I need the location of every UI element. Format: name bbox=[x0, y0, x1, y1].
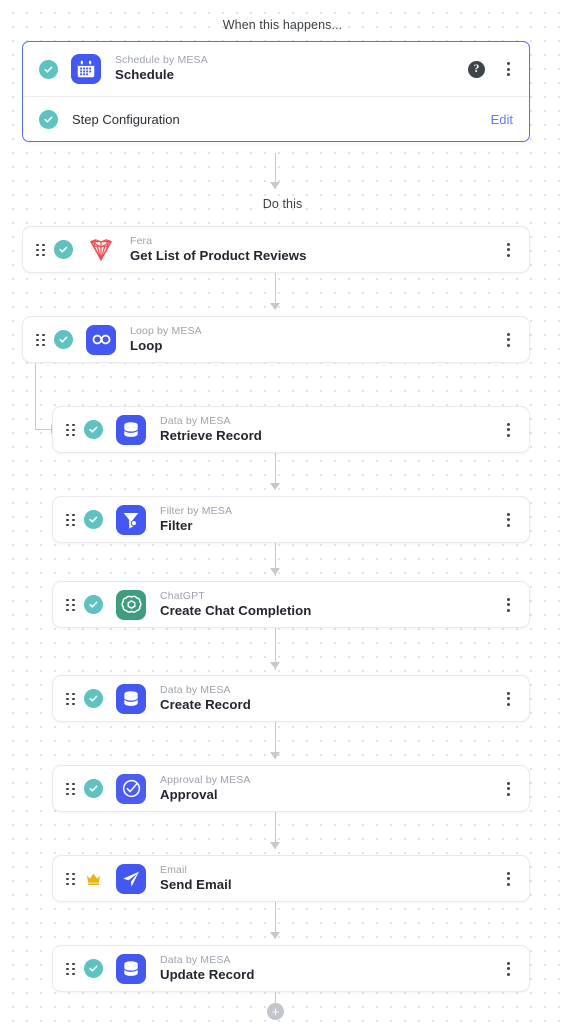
crown-icon bbox=[84, 869, 103, 888]
check-circle-icon bbox=[54, 240, 73, 259]
actions-section-caption: Do this bbox=[262, 197, 303, 211]
step-title: Update Record bbox=[160, 966, 255, 982]
trigger-app-name: Schedule by MESA bbox=[115, 54, 208, 67]
kebab-menu-icon[interactable] bbox=[501, 690, 515, 707]
step-title: Create Record bbox=[160, 696, 251, 712]
step-app-name: Approval by MESA bbox=[160, 773, 251, 786]
step-labels: Email Send Email bbox=[160, 864, 232, 894]
paper-plane-icon bbox=[116, 863, 146, 894]
drag-handle-icon[interactable] bbox=[66, 598, 75, 612]
step-title: Loop bbox=[130, 337, 163, 353]
connector-arrow bbox=[270, 932, 280, 939]
connector-arrow bbox=[270, 182, 280, 189]
connector-arrow bbox=[270, 303, 280, 310]
trigger-step-configuration-row[interactable]: Step Configuration Edit bbox=[23, 97, 529, 141]
drag-handle-icon[interactable] bbox=[36, 243, 45, 257]
kebab-menu-icon[interactable] bbox=[501, 780, 515, 797]
step-labels: ChatGPT Create Chat Completion bbox=[160, 590, 311, 620]
openai-icon bbox=[116, 589, 146, 620]
help-circle-icon[interactable]: ? bbox=[468, 60, 485, 78]
drag-handle-icon[interactable] bbox=[66, 782, 75, 796]
step-app-name: Fera bbox=[130, 234, 153, 247]
loop-branch-connector bbox=[35, 363, 37, 429]
connector-arrow bbox=[270, 662, 280, 669]
drag-handle-icon[interactable] bbox=[36, 333, 45, 347]
check-circle-icon bbox=[84, 510, 103, 529]
trigger-section-caption: When this happens... bbox=[222, 18, 343, 32]
database-icon bbox=[116, 414, 146, 445]
step-app-name: ChatGPT bbox=[160, 589, 205, 602]
step-labels: Fera Get List of Product Reviews bbox=[130, 235, 306, 265]
kebab-menu-icon[interactable] bbox=[501, 870, 515, 887]
kebab-menu-icon[interactable] bbox=[501, 960, 515, 977]
step-labels: Loop by MESA Loop bbox=[130, 325, 202, 355]
workflow-step-card[interactable]: Data by MESA Create Record bbox=[52, 675, 530, 722]
kebab-menu-icon[interactable] bbox=[501, 421, 515, 438]
workflow-step-card[interactable]: Filter by MESA Filter bbox=[52, 496, 530, 543]
approval-check-icon bbox=[116, 773, 146, 804]
workflow-step-card[interactable]: Fera Get List of Product Reviews bbox=[22, 226, 530, 273]
step-app-name: Email bbox=[160, 863, 188, 876]
drag-handle-icon[interactable] bbox=[66, 962, 75, 976]
step-labels: Filter by MESA Filter bbox=[160, 505, 232, 535]
step-app-name: Data by MESA bbox=[160, 953, 231, 966]
database-icon bbox=[116, 953, 146, 984]
connector-arrow bbox=[270, 842, 280, 849]
trigger-title: Schedule bbox=[115, 67, 175, 83]
workflow-step-card[interactable]: Data by MESA Update Record bbox=[52, 945, 530, 992]
trigger-card[interactable]: Schedule by MESA Schedule ? Step Configu… bbox=[22, 41, 530, 142]
workflow-step-card[interactable]: Email Send Email bbox=[52, 855, 530, 902]
drag-handle-icon[interactable] bbox=[66, 423, 75, 437]
database-icon bbox=[116, 683, 146, 714]
step-app-name: Filter by MESA bbox=[160, 504, 233, 517]
check-circle-icon bbox=[39, 109, 58, 129]
workflow-canvas: When this happens... Schedule by MESA Sc… bbox=[0, 0, 565, 1024]
trigger-kebab-menu-icon[interactable] bbox=[501, 61, 515, 78]
trigger-labels: Schedule by MESA Schedule bbox=[115, 54, 208, 84]
step-title: Filter bbox=[160, 517, 193, 533]
workflow-step-card[interactable]: Approval by MESA Approval bbox=[52, 765, 530, 812]
step-app-name: Data by MESA bbox=[160, 414, 231, 427]
drag-handle-icon[interactable] bbox=[66, 872, 75, 886]
check-circle-icon bbox=[84, 420, 103, 439]
step-app-name: Data by MESA bbox=[160, 683, 231, 696]
kebab-menu-icon[interactable] bbox=[501, 511, 515, 528]
step-labels: Approval by MESA Approval bbox=[160, 774, 251, 804]
step-title: Get List of Product Reviews bbox=[130, 247, 307, 263]
connector-arrow bbox=[270, 483, 280, 490]
check-circle-icon bbox=[54, 330, 73, 349]
check-circle-icon bbox=[39, 59, 58, 79]
calendar-icon bbox=[71, 54, 101, 84]
check-circle-icon bbox=[84, 595, 103, 614]
step-labels: Data by MESA Create Record bbox=[160, 684, 251, 714]
kebab-menu-icon[interactable] bbox=[501, 331, 515, 348]
step-app-name: Loop by MESA bbox=[130, 324, 202, 337]
kebab-menu-icon[interactable] bbox=[501, 596, 515, 613]
step-title: Send Email bbox=[160, 876, 232, 892]
infinity-icon bbox=[86, 324, 116, 355]
fera-gem-icon bbox=[86, 235, 116, 265]
step-configuration-label: Step Configuration bbox=[72, 111, 180, 127]
workflow-step-card[interactable]: Loop by MESA Loop bbox=[22, 316, 530, 363]
check-circle-icon bbox=[84, 959, 103, 978]
workflow-step-card[interactable]: ChatGPT Create Chat Completion bbox=[52, 581, 530, 628]
add-step-button[interactable]: + bbox=[267, 1003, 284, 1020]
connector-arrow bbox=[270, 568, 280, 575]
step-labels: Data by MESA Retrieve Record bbox=[160, 415, 262, 445]
kebab-menu-icon[interactable] bbox=[501, 241, 515, 258]
trigger-card-header[interactable]: Schedule by MESA Schedule ? bbox=[23, 42, 529, 97]
check-circle-icon bbox=[84, 689, 103, 708]
step-title: Approval bbox=[160, 786, 218, 802]
connector-arrow bbox=[270, 752, 280, 759]
drag-handle-icon[interactable] bbox=[66, 692, 75, 706]
drag-handle-icon[interactable] bbox=[66, 513, 75, 527]
edit-link[interactable]: Edit bbox=[491, 112, 513, 127]
check-circle-icon bbox=[84, 779, 103, 798]
step-title: Create Chat Completion bbox=[160, 602, 312, 618]
loop-branch-connector bbox=[35, 429, 52, 431]
funnel-icon bbox=[116, 504, 146, 535]
step-labels: Data by MESA Update Record bbox=[160, 954, 254, 984]
step-title: Retrieve Record bbox=[160, 427, 262, 443]
workflow-step-card[interactable]: Data by MESA Retrieve Record bbox=[52, 406, 530, 453]
